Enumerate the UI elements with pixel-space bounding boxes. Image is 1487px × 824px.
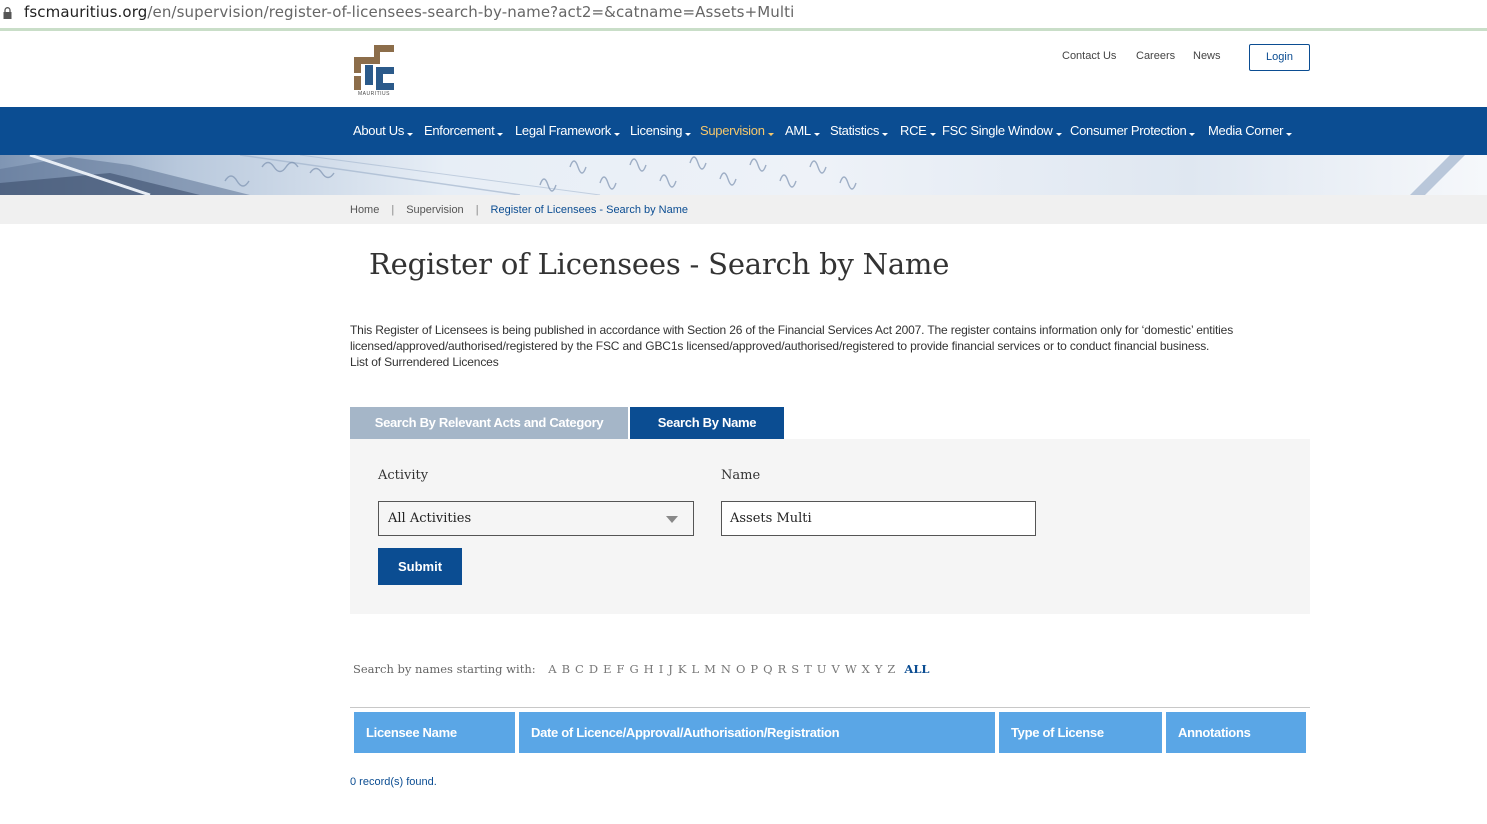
- letter-o[interactable]: O: [736, 662, 745, 676]
- letter-l[interactable]: L: [691, 662, 699, 676]
- submit-button[interactable]: Submit: [378, 548, 462, 585]
- letter-w[interactable]: W: [845, 662, 857, 676]
- news-link[interactable]: News: [1193, 50, 1221, 62]
- page-title: Register of Licensees - Search by Name: [369, 247, 950, 281]
- intro-text: This Register of Licensees is being publ…: [350, 322, 1310, 370]
- activity-select-value: All Activities: [388, 511, 472, 526]
- chevron-down-icon: [1055, 133, 1062, 136]
- letter-q[interactable]: Q: [763, 662, 772, 676]
- intro-line-2: licensed/approved/authorised/registered …: [350, 339, 1210, 353]
- letter-e[interactable]: E: [603, 662, 611, 676]
- login-button[interactable]: Login: [1249, 44, 1310, 71]
- letter-p[interactable]: P: [750, 662, 758, 676]
- breadcrumb-separator: |: [475, 204, 479, 216]
- nav-enforcement[interactable]: Enforcement: [424, 123, 504, 138]
- column-date-of-licence[interactable]: Date of Licence/Approval/Authorisation/R…: [519, 712, 995, 753]
- banner-image: [0, 155, 1487, 195]
- chevron-down-icon: [929, 133, 936, 136]
- chevron-down-icon: [767, 133, 774, 136]
- fsc-logo-mark: [354, 45, 394, 90]
- dropdown-arrow-icon: [666, 516, 678, 523]
- breadcrumb: Home | Supervision | Register of Licensees -…: [350, 204, 688, 216]
- letter-m[interactable]: M: [704, 662, 716, 676]
- tab-search-by-name[interactable]: Search By Name: [630, 407, 784, 439]
- alphabet-filter: Search by names starting with: ABCDEFGHI…: [353, 662, 930, 676]
- letter-h[interactable]: H: [644, 662, 654, 676]
- letter-f[interactable]: F: [616, 662, 624, 676]
- chevron-down-icon: [813, 133, 820, 136]
- letter-j[interactable]: J: [668, 662, 673, 676]
- letter-t[interactable]: T: [804, 662, 812, 676]
- letter-x[interactable]: X: [862, 662, 870, 676]
- activity-label: Activity: [378, 468, 429, 483]
- nav-about-us[interactable]: About Us: [353, 123, 414, 138]
- letter-all[interactable]: ALL: [904, 662, 929, 676]
- breadcrumb-current[interactable]: Register of Licensees - Search by Name: [491, 204, 688, 216]
- activity-select[interactable]: All Activities: [378, 501, 694, 536]
- banner-graphic: [0, 155, 1465, 195]
- nav-legal-framework[interactable]: Legal Framework: [515, 123, 620, 138]
- letter-r[interactable]: R: [778, 662, 787, 676]
- browser-url-bar[interactable]: fscmauritius.org/en/supervision/register…: [0, 0, 1487, 31]
- letter-d[interactable]: D: [589, 662, 598, 676]
- fsc-logo[interactable]: MAURITIUS: [352, 43, 396, 99]
- chevron-down-icon: [497, 133, 504, 136]
- chevron-down-icon: [407, 133, 414, 136]
- breadcrumb-separator: |: [391, 204, 395, 216]
- letter-i[interactable]: I: [659, 662, 664, 676]
- tab-search-by-acts[interactable]: Search By Relevant Acts and Category: [350, 407, 628, 439]
- lock-icon: [3, 7, 12, 19]
- breadcrumb-supervision[interactable]: Supervision: [406, 204, 463, 216]
- column-annotations[interactable]: Annotations: [1166, 712, 1306, 753]
- nav-licensing[interactable]: Licensing: [630, 123, 692, 138]
- alphabet-prompt: Search by names starting with:: [353, 662, 536, 676]
- careers-link[interactable]: Careers: [1136, 50, 1175, 62]
- nav-rce[interactable]: RCE: [900, 123, 936, 138]
- contact-us-link[interactable]: Contact Us: [1062, 50, 1116, 62]
- intro-line-1: This Register of Licensees is being publ…: [350, 323, 1234, 337]
- letter-b[interactable]: B: [562, 662, 570, 676]
- nav-supervision[interactable]: Supervision: [700, 123, 774, 138]
- letter-y[interactable]: Y: [875, 662, 883, 676]
- letter-z[interactable]: Z: [887, 662, 895, 676]
- chevron-down-icon: [882, 133, 889, 136]
- name-label: Name: [721, 468, 761, 483]
- chevron-down-icon: [613, 133, 620, 136]
- nav-statistics[interactable]: Statistics: [830, 123, 889, 138]
- records-count: 0 record(s) found.: [350, 776, 437, 788]
- nav-aml[interactable]: AML: [785, 123, 820, 138]
- letter-g[interactable]: G: [629, 662, 638, 676]
- table-divider: [350, 707, 1310, 708]
- letter-u[interactable]: U: [817, 662, 827, 676]
- url-text[interactable]: fscmauritius.org/en/supervision/register…: [24, 3, 794, 21]
- letter-n[interactable]: N: [721, 662, 731, 676]
- chevron-down-icon: [685, 133, 692, 136]
- letter-s[interactable]: S: [791, 662, 799, 676]
- letter-c[interactable]: C: [575, 662, 584, 676]
- main-nav: About Us Enforcement Legal Framework Lic…: [0, 107, 1487, 155]
- nav-media-corner[interactable]: Media Corner: [1208, 123, 1293, 138]
- name-input[interactable]: Assets Multi: [721, 501, 1036, 536]
- breadcrumb-home[interactable]: Home: [350, 204, 379, 216]
- logo-subtitle: MAURITIUS: [358, 91, 390, 97]
- nav-fsc-single-window[interactable]: FSC Single Window: [942, 123, 1062, 138]
- column-licensee-name[interactable]: Licensee Name: [354, 712, 515, 753]
- alphabet-letters: A B C D E F G H I J K L M N O P Q R S T U V W X Y Z ALL: [540, 662, 929, 676]
- breadcrumb-bar: Home | Supervision | Register of Licensees -…: [0, 195, 1487, 224]
- nav-consumer-protection[interactable]: Consumer Protection: [1070, 123, 1196, 138]
- column-type-of-license[interactable]: Type of License: [999, 712, 1162, 753]
- letter-v[interactable]: V: [832, 662, 840, 676]
- letter-k[interactable]: K: [678, 662, 687, 676]
- chevron-down-icon: [1286, 133, 1293, 136]
- letter-a[interactable]: A: [548, 662, 556, 676]
- chevron-down-icon: [1189, 133, 1196, 136]
- surrendered-licences-link[interactable]: List of Surrendered Licences: [350, 354, 1310, 370]
